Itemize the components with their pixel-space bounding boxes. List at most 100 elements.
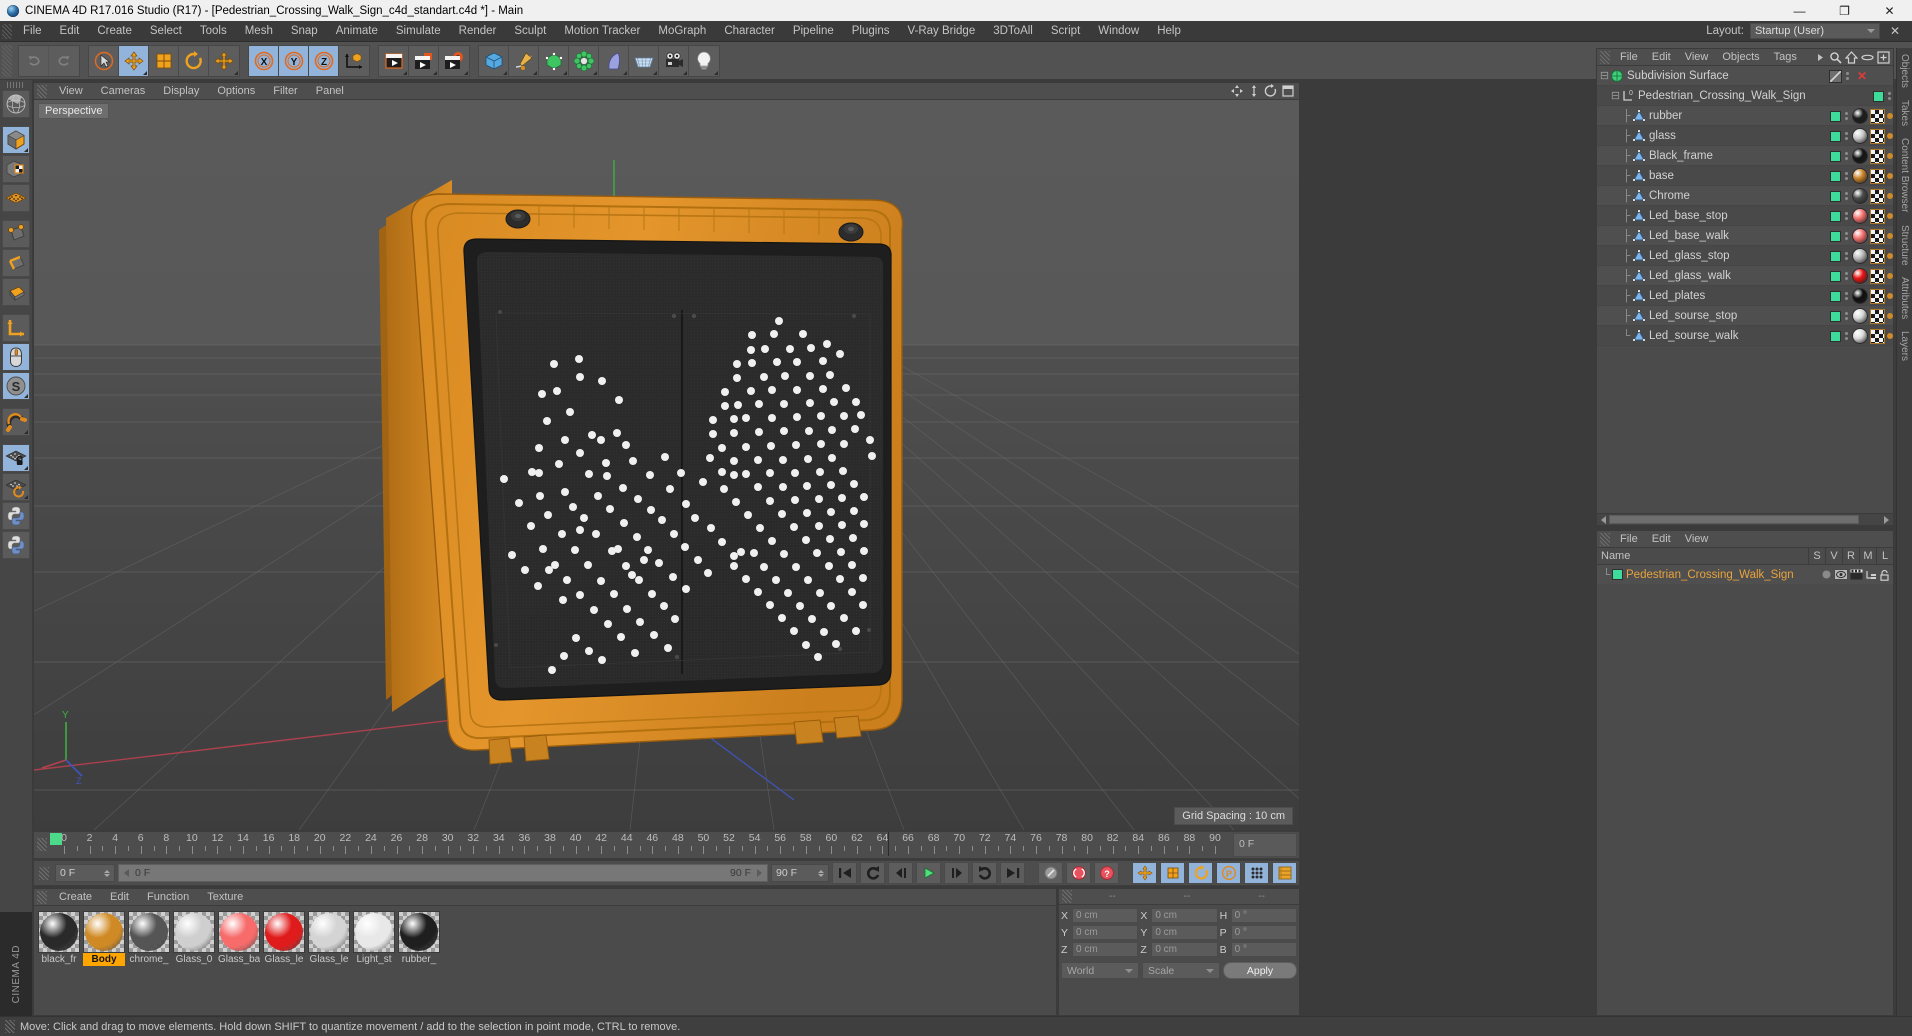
object-disabled-square[interactable] bbox=[1829, 69, 1842, 83]
take-lock-icon[interactable] bbox=[1879, 569, 1890, 581]
material-tag-icon[interactable] bbox=[1852, 328, 1868, 344]
texture-tag-icon[interactable] bbox=[1870, 108, 1885, 124]
tree-collapse-icon[interactable]: ⊟ bbox=[1610, 89, 1621, 102]
tree-branch-icon[interactable]: ├ bbox=[1621, 210, 1632, 222]
object-menu-objects[interactable]: Objects bbox=[1715, 49, 1766, 66]
material-tag-icon[interactable] bbox=[1852, 308, 1868, 324]
object-enabled-square[interactable] bbox=[1830, 250, 1841, 262]
menu-vray-bridge[interactable]: V-Ray Bridge bbox=[898, 21, 984, 42]
viewport-shading-button[interactable] bbox=[2, 90, 30, 118]
point-level-animation-button[interactable] bbox=[1244, 862, 1269, 884]
take-menu-edit[interactable]: Edit bbox=[1645, 531, 1678, 548]
add-scene-object-button[interactable] bbox=[629, 45, 659, 76]
object-enabled-square[interactable] bbox=[1830, 150, 1841, 162]
tag-dot-icon[interactable] bbox=[1887, 213, 1893, 219]
go-to-parent-icon[interactable] bbox=[1861, 51, 1874, 64]
search-icon[interactable] bbox=[1829, 51, 1842, 64]
object-visibility-dots[interactable] bbox=[1843, 112, 1850, 120]
scroll-left-icon[interactable] bbox=[1599, 515, 1609, 525]
take-row[interactable]: └ Pedestrian_Crossing_Walk_Sign bbox=[1597, 565, 1893, 584]
material-swatch[interactable]: rubber_ bbox=[398, 911, 440, 966]
live-selection-tool-button[interactable] bbox=[89, 45, 119, 76]
menu-create[interactable]: Create bbox=[88, 21, 141, 42]
menu-character[interactable]: Character bbox=[715, 21, 784, 42]
render-settings-button[interactable] bbox=[439, 45, 469, 76]
object-visibility-dots[interactable] bbox=[1843, 132, 1850, 140]
material-menu-edit[interactable]: Edit bbox=[101, 889, 138, 906]
rotation-keyframe-button[interactable] bbox=[1188, 862, 1213, 884]
viewport-menu-panel[interactable]: Panel bbox=[307, 83, 353, 100]
texture-tag-icon[interactable] bbox=[1870, 188, 1885, 204]
undo-button[interactable] bbox=[19, 45, 49, 76]
viewport-menu-filter[interactable]: Filter bbox=[264, 83, 306, 100]
tag-dot-icon[interactable] bbox=[1887, 133, 1893, 139]
minimize-button[interactable]: — bbox=[1777, 0, 1822, 21]
add-generator-button[interactable] bbox=[539, 45, 569, 76]
texture-tag-icon[interactable] bbox=[1870, 228, 1885, 244]
python-script-button[interactable] bbox=[2, 502, 30, 530]
point-mode-button[interactable] bbox=[2, 220, 30, 248]
material-preview[interactable] bbox=[263, 911, 305, 953]
texture-tag-icon[interactable] bbox=[1870, 308, 1885, 324]
add-light-button[interactable] bbox=[689, 45, 719, 76]
tag-dot-icon[interactable] bbox=[1887, 313, 1893, 319]
object-visibility-dots[interactable] bbox=[1843, 232, 1850, 240]
coordinate-mode-dropdown[interactable]: Scale bbox=[1142, 962, 1220, 979]
tag-dot-icon[interactable] bbox=[1887, 293, 1893, 299]
move-alt-tool-button[interactable] bbox=[209, 45, 239, 76]
material-preview[interactable] bbox=[83, 911, 125, 953]
object-row[interactable]: ├ Led_plates bbox=[1597, 286, 1893, 306]
add-cube-button[interactable] bbox=[479, 45, 509, 76]
close-button[interactable]: ✕ bbox=[1867, 0, 1912, 21]
object-enabled-square[interactable] bbox=[1830, 330, 1841, 342]
material-tag-icon[interactable] bbox=[1852, 288, 1868, 304]
material-preview[interactable] bbox=[173, 911, 215, 953]
viewport-solo-mode-button[interactable] bbox=[2, 343, 30, 371]
tree-branch-icon[interactable]: ├ bbox=[1621, 290, 1632, 302]
go-to-root-icon[interactable] bbox=[1845, 50, 1858, 64]
layout-close-icon[interactable]: ✕ bbox=[1886, 24, 1904, 38]
object-enabled-square[interactable] bbox=[1830, 210, 1841, 222]
menu-select[interactable]: Select bbox=[141, 21, 191, 42]
pan-view-icon[interactable] bbox=[1230, 84, 1244, 98]
object-visibility-dots[interactable] bbox=[1843, 332, 1850, 340]
object-row[interactable]: ├ rubber bbox=[1597, 106, 1893, 126]
delete-tag-icon[interactable]: ✕ bbox=[1853, 69, 1893, 83]
tree-branch-icon[interactable]: ├ bbox=[1621, 110, 1632, 122]
go-to-start-button[interactable] bbox=[832, 862, 857, 884]
menu-animate[interactable]: Animate bbox=[327, 21, 387, 42]
object-enabled-square[interactable] bbox=[1830, 310, 1841, 322]
texture-tag-icon[interactable] bbox=[1870, 248, 1885, 264]
tag-dot-icon[interactable] bbox=[1887, 173, 1893, 179]
material-tag-icon[interactable] bbox=[1852, 208, 1868, 224]
frame-stepper-icon[interactable] bbox=[100, 869, 110, 877]
go-to-end-button[interactable] bbox=[1000, 862, 1025, 884]
tree-branch-icon[interactable]: ├ bbox=[1621, 190, 1632, 202]
material-tag-icon[interactable] bbox=[1852, 168, 1868, 184]
object-tree[interactable]: ⊟ Subdivision Surface ✕ ⊟ 0 Pedestrian_Crossi… bbox=[1597, 66, 1893, 493]
object-visibility-dots[interactable] bbox=[1843, 292, 1850, 300]
edge-mode-button[interactable] bbox=[2, 249, 30, 277]
python-console-button[interactable] bbox=[2, 531, 30, 559]
lock-x-axis-button[interactable]: X bbox=[249, 45, 279, 76]
menu-motion-tracker[interactable]: Motion Tracker bbox=[555, 21, 649, 42]
viewport-3d-stage[interactable]: Perspective Grid Spacing : 10 cm Y Z bbox=[34, 100, 1299, 830]
render-to-picture-viewer-button[interactable] bbox=[409, 45, 439, 76]
tag-dot-icon[interactable] bbox=[1887, 253, 1893, 259]
object-enabled-square[interactable] bbox=[1830, 270, 1841, 282]
material-swatch[interactable]: Light_st bbox=[353, 911, 395, 966]
object-visibility-dots[interactable] bbox=[1843, 172, 1850, 180]
material-swatch[interactable]: chrome_ bbox=[128, 911, 170, 966]
play-button[interactable] bbox=[916, 862, 941, 884]
workplane-lock-button[interactable] bbox=[2, 444, 30, 472]
workplane-mode-button[interactable] bbox=[2, 184, 30, 212]
world-object-coordinate-button[interactable] bbox=[339, 45, 369, 76]
step-forward-button[interactable] bbox=[944, 862, 969, 884]
apply-button[interactable]: Apply bbox=[1223, 962, 1297, 979]
object-row[interactable]: ├ base bbox=[1597, 166, 1893, 186]
take-visibility-icon[interactable] bbox=[1834, 569, 1848, 580]
menu-pipeline[interactable]: Pipeline bbox=[784, 21, 843, 42]
object-menu-edit[interactable]: Edit bbox=[1645, 49, 1678, 66]
add-camera-button[interactable] bbox=[659, 45, 689, 76]
texture-tag-icon[interactable] bbox=[1870, 148, 1885, 164]
